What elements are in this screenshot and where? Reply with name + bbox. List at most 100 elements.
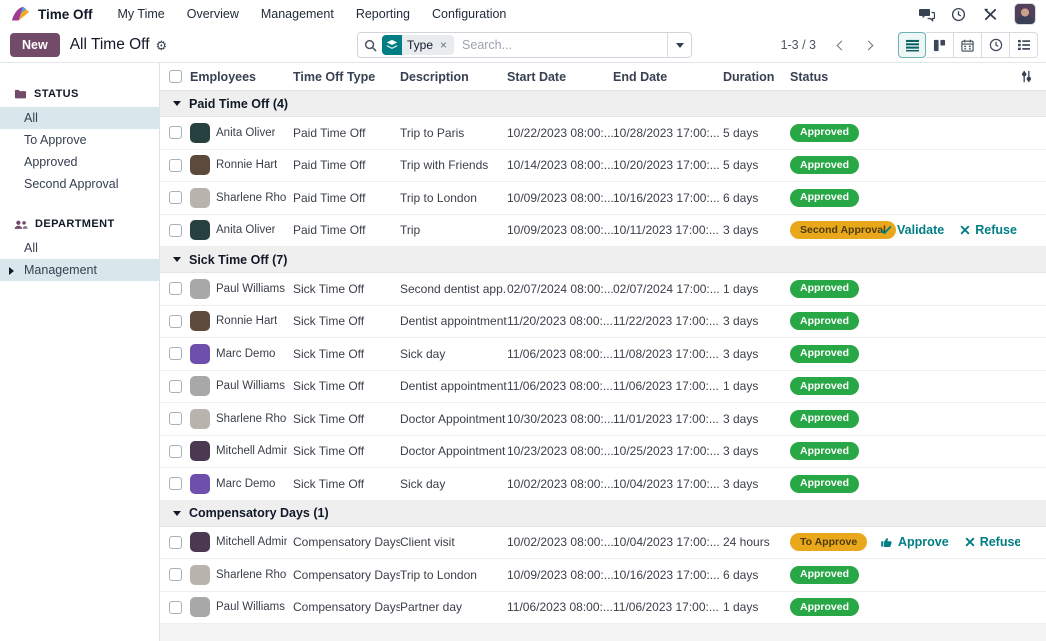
row-checkbox[interactable] <box>169 159 182 172</box>
menu-item-overview[interactable]: Overview <box>176 3 250 25</box>
facet-label: Type <box>407 38 433 52</box>
sidebar-item-all[interactable]: All <box>0 237 159 259</box>
list-view-button[interactable] <box>898 32 926 58</box>
end-date-cell: 10/11/2023 17:00:... <box>613 223 723 237</box>
column-header-time-off-type[interactable]: Time Off Type <box>293 70 400 84</box>
activity-clock-icon[interactable] <box>950 6 967 23</box>
table-row[interactable]: Sharlene RhodesSick Time OffDoctor Appoi… <box>160 403 1046 436</box>
validate-button[interactable]: Validate <box>880 223 944 237</box>
group-header-paid-time-off-4[interactable]: Paid Time Off (4) <box>160 91 1046 117</box>
sidebar-item-approved[interactable]: Approved <box>0 151 159 173</box>
sidebar-item-management[interactable]: Management <box>0 259 159 281</box>
group-header-compensatory-days-1[interactable]: Compensatory Days (1) <box>160 501 1046 527</box>
description-cell: Dentist appointment <box>400 314 507 328</box>
gantt-view-button[interactable] <box>982 32 1010 58</box>
row-checkbox[interactable] <box>169 445 182 458</box>
refuse-button[interactable]: Refuse <box>965 535 1020 549</box>
menu-item-management[interactable]: Management <box>250 3 345 25</box>
select-all-checkbox[interactable] <box>169 70 182 83</box>
table-row[interactable]: Mitchell AdminCompensatory DaysClient vi… <box>160 527 1046 560</box>
column-header-employees[interactable]: Employees <box>190 70 293 84</box>
refuse-button[interactable]: Refuse <box>960 223 1017 237</box>
calendar-view-button[interactable] <box>954 32 982 58</box>
time-off-type-cell: Sick Time Off <box>293 282 400 296</box>
table-row[interactable]: Paul WilliamsSick Time OffDentist appoin… <box>160 371 1046 404</box>
row-checkbox[interactable] <box>169 191 182 204</box>
status-badge: Approved <box>790 312 859 330</box>
employee-avatar <box>190 344 210 364</box>
row-checkbox[interactable] <box>169 315 182 328</box>
row-checkbox[interactable] <box>169 380 182 393</box>
column-header-start-date[interactable]: Start Date <box>507 70 613 84</box>
pager-next-button[interactable] <box>858 33 882 57</box>
table-row[interactable]: Mitchell AdminSick Time OffDoctor Appoin… <box>160 436 1046 469</box>
columns-settings-icon[interactable] <box>1020 70 1033 83</box>
description-cell: Trip to London <box>400 568 507 582</box>
pager-previous-button[interactable] <box>828 33 852 57</box>
table-row[interactable]: Sharlene RhodesPaid Time OffTrip to Lond… <box>160 182 1046 215</box>
table-row[interactable]: Marc DemoSick Time OffSick day10/02/2023… <box>160 468 1046 501</box>
sidebar-item-all[interactable]: All <box>0 107 159 129</box>
duration-cell: 6 days <box>723 568 790 582</box>
row-actions-cell: Approve Refuse <box>880 535 1020 549</box>
table-row[interactable]: Ronnie HartPaid Time OffTrip with Friend… <box>160 150 1046 183</box>
employee-name: Sharlene Rhodes <box>216 413 287 425</box>
time-off-type-cell: Paid Time Off <box>293 191 400 205</box>
search-dropdown-toggle[interactable] <box>667 33 691 57</box>
table-row[interactable]: Marc DemoSick Time OffSick day11/06/2023… <box>160 338 1046 371</box>
view-switcher <box>898 32 1038 58</box>
row-checkbox[interactable] <box>169 282 182 295</box>
row-checkbox[interactable] <box>169 347 182 360</box>
facet-remove-icon[interactable]: × <box>438 38 449 52</box>
layers-icon <box>382 35 402 55</box>
table-row[interactable]: Anita OliverPaid Time OffTrip to Paris10… <box>160 117 1046 150</box>
sidebar-section-title-status[interactable]: STATUS <box>0 85 159 107</box>
table-row[interactable]: Anita OliverPaid Time OffTrip10/09/2023 … <box>160 215 1046 248</box>
app-brand[interactable]: Time Off <box>10 5 93 24</box>
table-row[interactable]: Sharlene RhodesCompensatory DaysTrip to … <box>160 559 1046 592</box>
row-checkbox[interactable] <box>169 601 182 614</box>
approve-button[interactable]: Approve <box>880 535 949 549</box>
user-avatar[interactable] <box>1014 3 1036 25</box>
row-checkbox[interactable] <box>169 412 182 425</box>
tools-icon[interactable] <box>982 6 999 23</box>
column-header-description[interactable]: Description <box>400 70 507 84</box>
column-header-duration[interactable]: Duration <box>723 70 790 84</box>
new-button[interactable]: New <box>10 33 60 57</box>
status-cell: To Approve <box>790 533 880 551</box>
messages-icon[interactable] <box>918 6 935 23</box>
row-checkbox[interactable] <box>169 126 182 139</box>
table-row[interactable]: Paul WilliamsCompensatory DaysPartner da… <box>160 592 1046 625</box>
row-checkbox[interactable] <box>169 477 182 490</box>
menu-item-configuration[interactable]: Configuration <box>421 3 517 25</box>
table-row[interactable]: Ronnie HartSick Time OffDentist appointm… <box>160 306 1046 339</box>
kanban-view-button[interactable] <box>926 32 954 58</box>
start-date-cell: 11/06/2023 08:00:... <box>507 379 613 393</box>
duration-cell: 3 days <box>723 477 790 491</box>
row-checkbox[interactable] <box>169 536 182 549</box>
group-header-sick-time-off-7[interactable]: Sick Time Off (7) <box>160 247 1046 273</box>
row-checkbox[interactable] <box>169 224 182 237</box>
start-date-cell: 10/23/2023 08:00:... <box>507 444 613 458</box>
row-checkbox[interactable] <box>169 568 182 581</box>
time-off-type-cell: Sick Time Off <box>293 477 400 491</box>
end-date-cell: 10/16/2023 17:00:... <box>613 568 723 582</box>
menu-item-my-time[interactable]: My Time <box>107 3 176 25</box>
search-input[interactable] <box>454 38 667 52</box>
row-check-cell <box>160 315 190 328</box>
sidebar-item-second-approval[interactable]: Second Approval <box>0 173 159 195</box>
group-label: Paid Time Off (4) <box>189 97 288 111</box>
sidebar-section-department: DEPARTMENTAllManagement <box>0 215 159 281</box>
menu-item-reporting[interactable]: Reporting <box>345 3 421 25</box>
sidebar-item-to-approve[interactable]: To Approve <box>0 129 159 151</box>
employee-avatar <box>190 376 210 396</box>
status-cell: Approved <box>790 280 880 298</box>
column-header-status[interactable]: Status <box>790 70 880 84</box>
column-header-end-date[interactable]: End Date <box>613 70 723 84</box>
activity-view-button[interactable] <box>1010 32 1038 58</box>
end-date-cell: 10/20/2023 17:00:... <box>613 158 723 172</box>
table-row[interactable]: Paul WilliamsSick Time OffSecond dentist… <box>160 273 1046 306</box>
sidebar-section-title-department[interactable]: DEPARTMENT <box>0 215 159 237</box>
gear-icon[interactable]: ⚙ <box>156 39 168 52</box>
employee-cell: Ronnie Hart <box>190 311 293 331</box>
